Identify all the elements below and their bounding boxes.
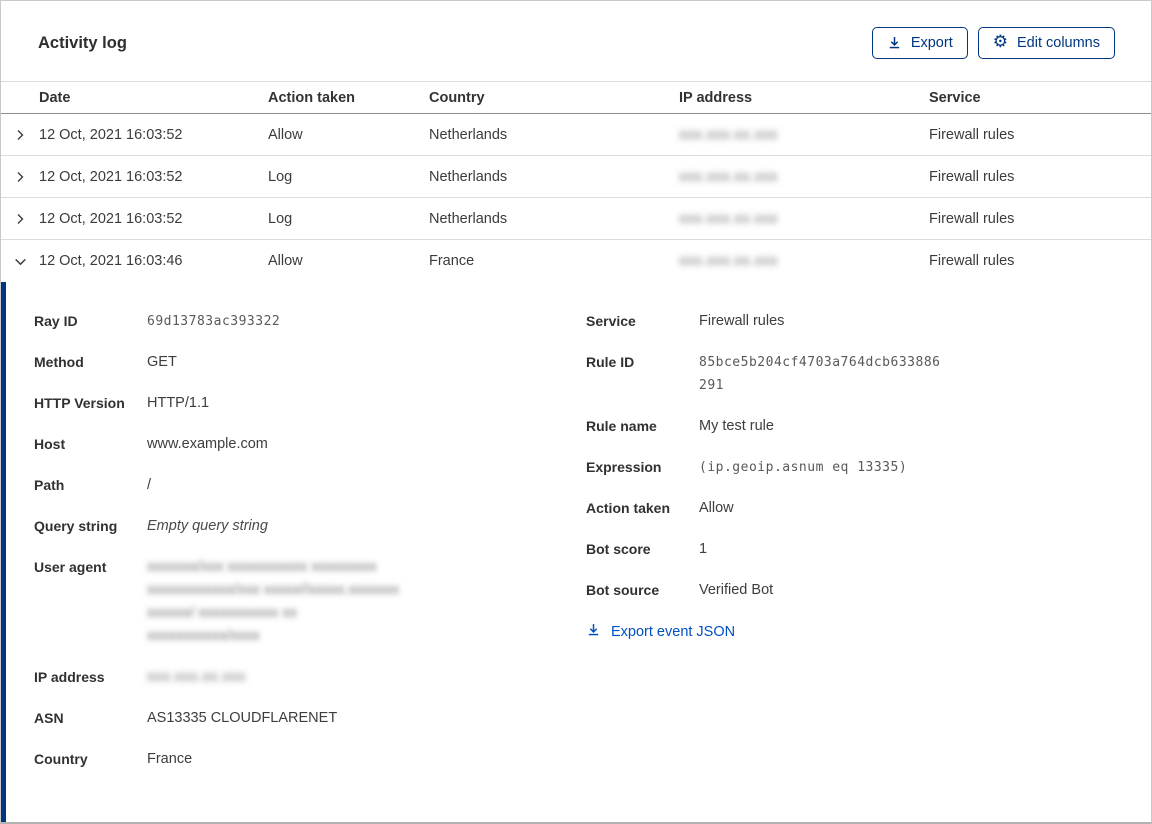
ip-address-redacted-value: xxx.xxx.xx.xxx <box>147 669 246 685</box>
detail-left-column: Ray ID 69d13783ac393322 Method GET HTTP … <box>34 310 546 789</box>
detail-field-bot-source: Bot source Verified Bot <box>586 579 1151 602</box>
cell-ip-address: xxx.xxx.xx.xxx <box>679 211 929 227</box>
redacted-ip: xxx.xxx.xx.xxx <box>679 210 778 227</box>
redacted-ip: xxx.xxx.xx.xxx <box>679 126 778 143</box>
edit-columns-button[interactable]: ⚙ Edit columns <box>977 27 1115 59</box>
host-value: www.example.com <box>147 436 268 452</box>
asn-value: AS13335 CLOUDFLARENET <box>147 710 338 726</box>
column-header-ip-address: IP address <box>679 89 753 106</box>
cell-service: Firewall rules <box>929 253 1015 269</box>
cell-country: Netherlands <box>429 126 508 143</box>
column-header-date: Date <box>39 89 71 106</box>
cell-action-taken: Log <box>268 168 293 185</box>
chevron-down-icon[interactable] <box>1 254 39 269</box>
column-header-country: Country <box>429 89 485 106</box>
detail-field-action-taken: Action taken Allow <box>586 497 1151 520</box>
detail-field-user-agent: User agent xxxxxxx/xxx xxxxxxxxxxx xxxxx… <box>34 556 546 648</box>
table-row[interactable]: 12 Oct, 2021 16:03:52 Log Netherlands xx… <box>1 198 1151 240</box>
download-icon <box>586 622 601 641</box>
expression-value: (ip.geoip.asnum eq 13335) <box>699 460 908 475</box>
detail-field-asn: ASN AS13335 CLOUDFLARENET <box>34 707 546 730</box>
detail-field-ray-id: Ray ID 69d13783ac393322 <box>34 310 546 333</box>
cell-ip-address: xxx.xxx.xx.xxx <box>679 169 929 185</box>
detail-field-http-version: HTTP Version HTTP/1.1 <box>34 392 546 415</box>
export-button[interactable]: Export <box>871 27 968 59</box>
detail-field-service: Service Firewall rules <box>586 310 1151 333</box>
export-event-json-label: Export event JSON <box>611 623 736 640</box>
chevron-right-icon[interactable] <box>1 170 39 184</box>
table-row-expanded[interactable]: 12 Oct, 2021 16:03:46 Allow France xxx.x… <box>1 240 1151 282</box>
page-title: Activity log <box>38 33 127 52</box>
column-header-action-taken: Action taken <box>268 89 356 106</box>
detail-field-host: Host www.example.com <box>34 433 546 456</box>
table-header: Date Action taken Country IP address Ser… <box>1 81 1151 114</box>
cell-country: France <box>429 253 475 269</box>
edit-columns-button-label: Edit columns <box>1016 34 1100 51</box>
detail-field-rule-id: Rule ID 85bce5b204cf4703a764dcb633886291 <box>586 351 1151 397</box>
bot-score-value: 1 <box>699 541 708 557</box>
redacted-ip: xxx.xxx.xx.xxx <box>679 168 778 185</box>
detail-field-path: Path / <box>34 474 546 497</box>
toolbar-actions: Export ⚙ Edit columns <box>871 27 1115 59</box>
table-row[interactable]: 12 Oct, 2021 16:03:52 Allow Netherlands … <box>1 114 1151 156</box>
rule-id-value: 85bce5b204cf4703a764dcb633886291 <box>699 355 941 393</box>
country-value: France <box>147 751 193 767</box>
cell-service: Firewall rules <box>929 126 1015 143</box>
export-button-label: Export <box>910 34 953 51</box>
gear-icon: ⚙ <box>992 32 1008 52</box>
method-value: GET <box>147 354 177 370</box>
detail-field-rule-name: Rule name My test rule <box>586 415 1151 438</box>
detail-field-ip-address: IP address xxx.xxx.xx.xxx <box>34 669 246 685</box>
cell-action-taken: Log <box>268 210 293 227</box>
bot-source-value: Verified Bot <box>699 582 774 598</box>
detail-field-bot-score: Bot score 1 <box>586 538 1151 561</box>
event-detail-panel: Ray ID 69d13783ac393322 Method GET HTTP … <box>1 282 1151 822</box>
column-header-service: Service <box>929 89 981 106</box>
action-taken-value: Allow <box>699 500 734 516</box>
cell-date: 12 Oct, 2021 16:03:52 <box>39 210 183 227</box>
cell-date: 12 Oct, 2021 16:03:52 <box>39 126 183 143</box>
detail-field-country: Country France <box>34 748 546 771</box>
service-value: Firewall rules <box>699 313 785 329</box>
detail-field-expression: Expression (ip.geoip.asnum eq 13335) <box>586 456 1151 479</box>
detail-field-method: Method GET <box>34 351 546 374</box>
export-event-json-link[interactable]: Export event JSON <box>586 622 735 641</box>
http-version-value: HTTP/1.1 <box>147 395 210 411</box>
detail-field-query-string: Query string Empty query string <box>34 515 546 538</box>
user-agent-redacted-value: xxxxxxx/xxx xxxxxxxxxxx xxxxxxxxx xxxxxx… <box>147 559 400 644</box>
topbar: Activity log Export ⚙ Edit columns <box>1 1 1151 81</box>
cell-action-taken: Allow <box>268 253 303 269</box>
cell-ip-address: xxx.xxx.xx.xxx <box>679 253 929 269</box>
ray-id-value: 69d13783ac393322 <box>147 314 281 329</box>
cell-country: Netherlands <box>429 210 508 227</box>
query-string-value: Empty query string <box>147 518 268 534</box>
chevron-right-icon[interactable] <box>1 128 39 142</box>
chevron-right-icon[interactable] <box>1 212 39 226</box>
rule-name-value: My test rule <box>699 418 774 434</box>
table-row[interactable]: 12 Oct, 2021 16:03:52 Log Netherlands xx… <box>1 156 1151 198</box>
path-value: / <box>147 477 152 493</box>
redacted-ip: xxx.xxx.xx.xxx <box>679 253 778 269</box>
download-icon <box>887 35 902 50</box>
cell-service: Firewall rules <box>929 168 1015 185</box>
detail-right-column: Service Firewall rules Rule ID 85bce5b20… <box>546 310 1151 641</box>
cell-date: 12 Oct, 2021 16:03:52 <box>39 168 183 185</box>
cell-service: Firewall rules <box>929 210 1015 227</box>
cell-country: Netherlands <box>429 168 508 185</box>
cell-ip-address: xxx.xxx.xx.xxx <box>679 127 929 143</box>
cell-action-taken: Allow <box>268 126 303 143</box>
cell-date: 12 Oct, 2021 16:03:46 <box>39 253 183 269</box>
activity-log-panel: Activity log Export ⚙ Edit columns Date … <box>0 0 1152 824</box>
